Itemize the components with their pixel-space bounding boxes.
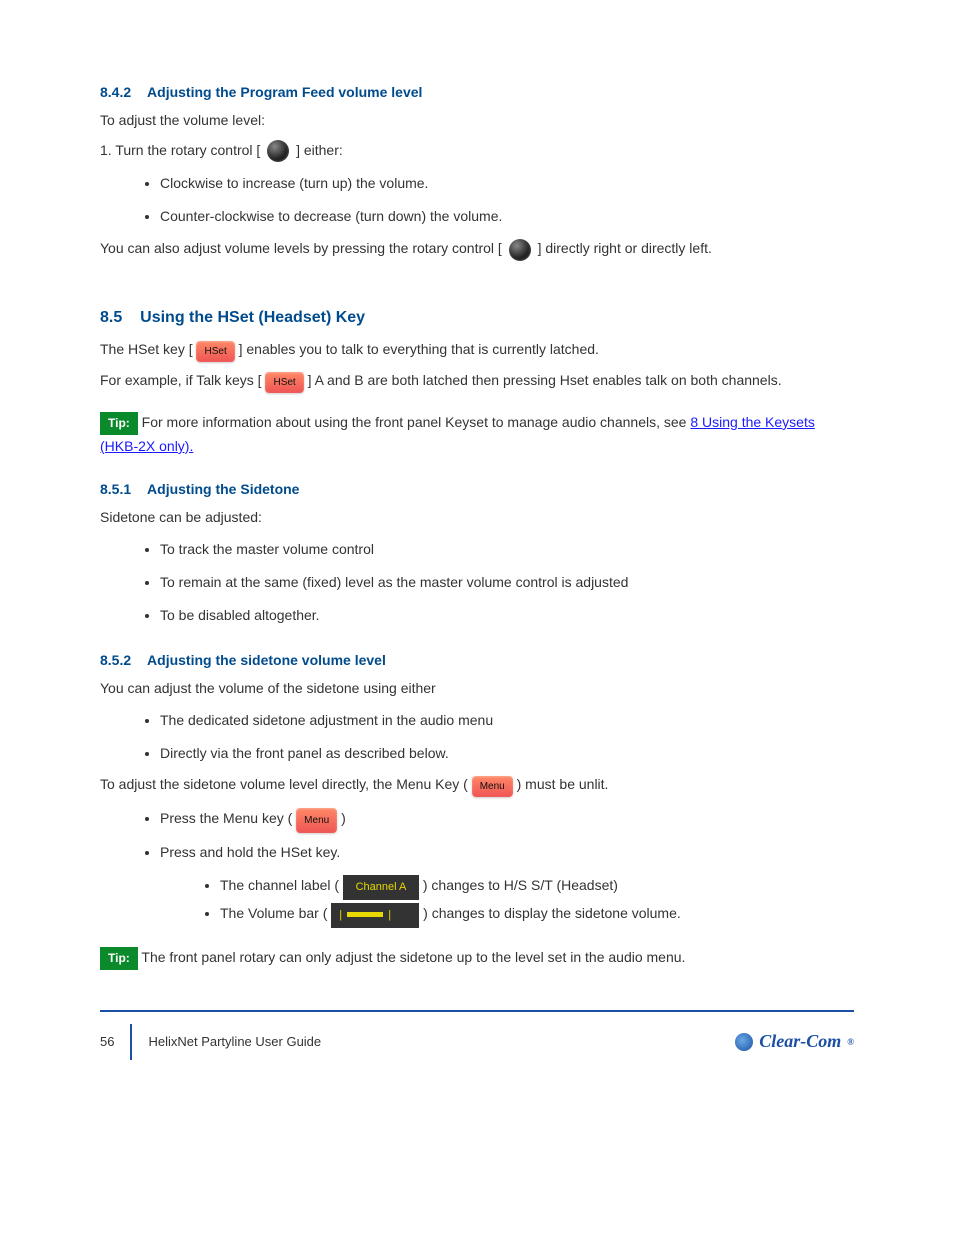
- step-1-suffix: ] either:: [296, 142, 343, 158]
- hset-key-icon: HSet: [265, 372, 303, 393]
- list-item: The dedicated sidetone adjustment in the…: [160, 707, 854, 734]
- tip-text: For more information about using the fro…: [142, 414, 691, 430]
- intro-text: Sidetone can be adjusted:: [100, 507, 854, 528]
- result-list: The channel label ( Channel A ) changes …: [220, 872, 854, 928]
- step-2: You can also adjust volume levels by pre…: [100, 237, 854, 260]
- text: ] enables you to talk to everything that…: [239, 341, 599, 357]
- text: The Volume bar (: [220, 905, 327, 921]
- step-1-prefix: 1. Turn the rotary control [: [100, 142, 260, 158]
- volume-bar-left-marker: |: [339, 909, 342, 921]
- rotary-direction-list: Clockwise to increase (turn up) the volu…: [160, 170, 854, 229]
- direct-method-list: Press the Menu key ( Menu ) Press and ho…: [160, 805, 854, 866]
- text: ) must be unlit.: [517, 776, 609, 792]
- logo-text: Clear-Com: [759, 1031, 841, 1052]
- rotary-knob-icon: [509, 239, 531, 261]
- direct-adjust-text: To adjust the sidetone volume level dire…: [100, 774, 854, 797]
- text: ) changes to H/S S/T (Headset): [423, 877, 618, 893]
- page-divider: [130, 1024, 132, 1060]
- section-title: Adjusting the sidetone volume level: [147, 652, 386, 668]
- section-num: 8.5.1: [100, 481, 131, 497]
- doc-title: HelixNet Partyline User Guide: [148, 1034, 321, 1049]
- section-8-5-header: 8.5 Using the HSet (Headset) Key: [100, 309, 854, 327]
- text: ): [341, 810, 346, 826]
- text: ] A and B are both latched then pressing…: [308, 372, 782, 388]
- list-item: To be disabled altogether.: [160, 602, 854, 629]
- sidetone-options-list: To track the master volume control To re…: [160, 536, 854, 628]
- section-num: 8.5: [100, 309, 122, 327]
- page-info: 56 HelixNet Partyline User Guide: [100, 1024, 321, 1060]
- section-num: 8.4.2: [100, 84, 131, 100]
- list-item: Counter-clockwise to decrease (turn down…: [160, 203, 854, 230]
- registered-trademark-icon: ®: [847, 1037, 854, 1047]
- section-8-5-2-header: 8.5.2 Adjusting the sidetone volume leve…: [100, 652, 854, 668]
- list-item: Press and hold the HSet key.: [160, 839, 854, 866]
- list-item: To remain at the same (fixed) level as t…: [160, 569, 854, 596]
- section-title: Using the HSet (Headset) Key: [140, 309, 365, 326]
- step-2-suffix: ] directly right or directly left.: [538, 240, 712, 256]
- volume-bar-right-marker: |: [388, 909, 391, 921]
- adjust-method-list: The dedicated sidetone adjustment in the…: [160, 707, 854, 766]
- hset-line-2: For example, if Talk keys [ HSet ] A and…: [100, 370, 854, 393]
- hset-key-icon: HSet: [196, 341, 234, 362]
- clearcom-logo: Clear-Com ®: [735, 1031, 854, 1052]
- rotary-knob-icon: [267, 140, 289, 162]
- list-item: Directly via the front panel as describe…: [160, 740, 854, 767]
- page-number: 56: [100, 1034, 114, 1049]
- step-1: 1. Turn the rotary control [ ] either:: [100, 139, 854, 162]
- channel-label-display: Channel A: [343, 875, 419, 900]
- tip-badge: Tip:: [100, 412, 138, 435]
- volume-bar-fill: [347, 912, 383, 917]
- text: Press the Menu key (: [160, 810, 292, 826]
- list-item: Press the Menu key ( Menu ): [160, 805, 854, 833]
- text: To adjust the sidetone volume level dire…: [100, 776, 468, 792]
- text: The HSet key [: [100, 341, 196, 357]
- section-title: Adjusting the Sidetone: [147, 481, 299, 497]
- list-item: The Volume bar ( | | ) changes to displa…: [220, 900, 854, 928]
- list-item: Clockwise to increase (turn up) the volu…: [160, 170, 854, 197]
- menu-key-icon: Menu: [296, 808, 337, 833]
- step-2-prefix: You can also adjust volume levels by pre…: [100, 240, 502, 256]
- text: The channel label (: [220, 877, 339, 893]
- section-8-4-2-header: 8.4.2 Adjusting the Program Feed volume …: [100, 84, 854, 100]
- intro-text: To adjust the volume level:: [100, 110, 854, 131]
- intro-text: You can adjust the volume of the sideton…: [100, 678, 854, 699]
- section-num: 8.5.2: [100, 652, 131, 668]
- page-footer: 56 HelixNet Partyline User Guide Clear-C…: [100, 1012, 854, 1060]
- section-8-5-1-header: 8.5.1 Adjusting the Sidetone: [100, 481, 854, 497]
- hset-line-1: The HSet key [ HSet ] enables you to tal…: [100, 339, 854, 362]
- text: For example, if Talk keys [: [100, 372, 265, 388]
- list-item: The channel label ( Channel A ) changes …: [220, 872, 854, 900]
- tip-row: Tip: The front panel rotary can only adj…: [100, 946, 854, 970]
- section-title: Adjusting the Program Feed volume level: [147, 84, 422, 100]
- globe-icon: [735, 1033, 753, 1051]
- tip-text: The front panel rotary can only adjust t…: [141, 949, 685, 965]
- tip-badge: Tip:: [100, 947, 138, 970]
- volume-bar-display: | |: [331, 903, 419, 928]
- list-item: To track the master volume control: [160, 536, 854, 563]
- text: ) changes to display the sidetone volume…: [423, 905, 681, 921]
- menu-key-icon: Menu: [472, 776, 513, 797]
- tip-row: Tip: For more information about using th…: [100, 411, 854, 458]
